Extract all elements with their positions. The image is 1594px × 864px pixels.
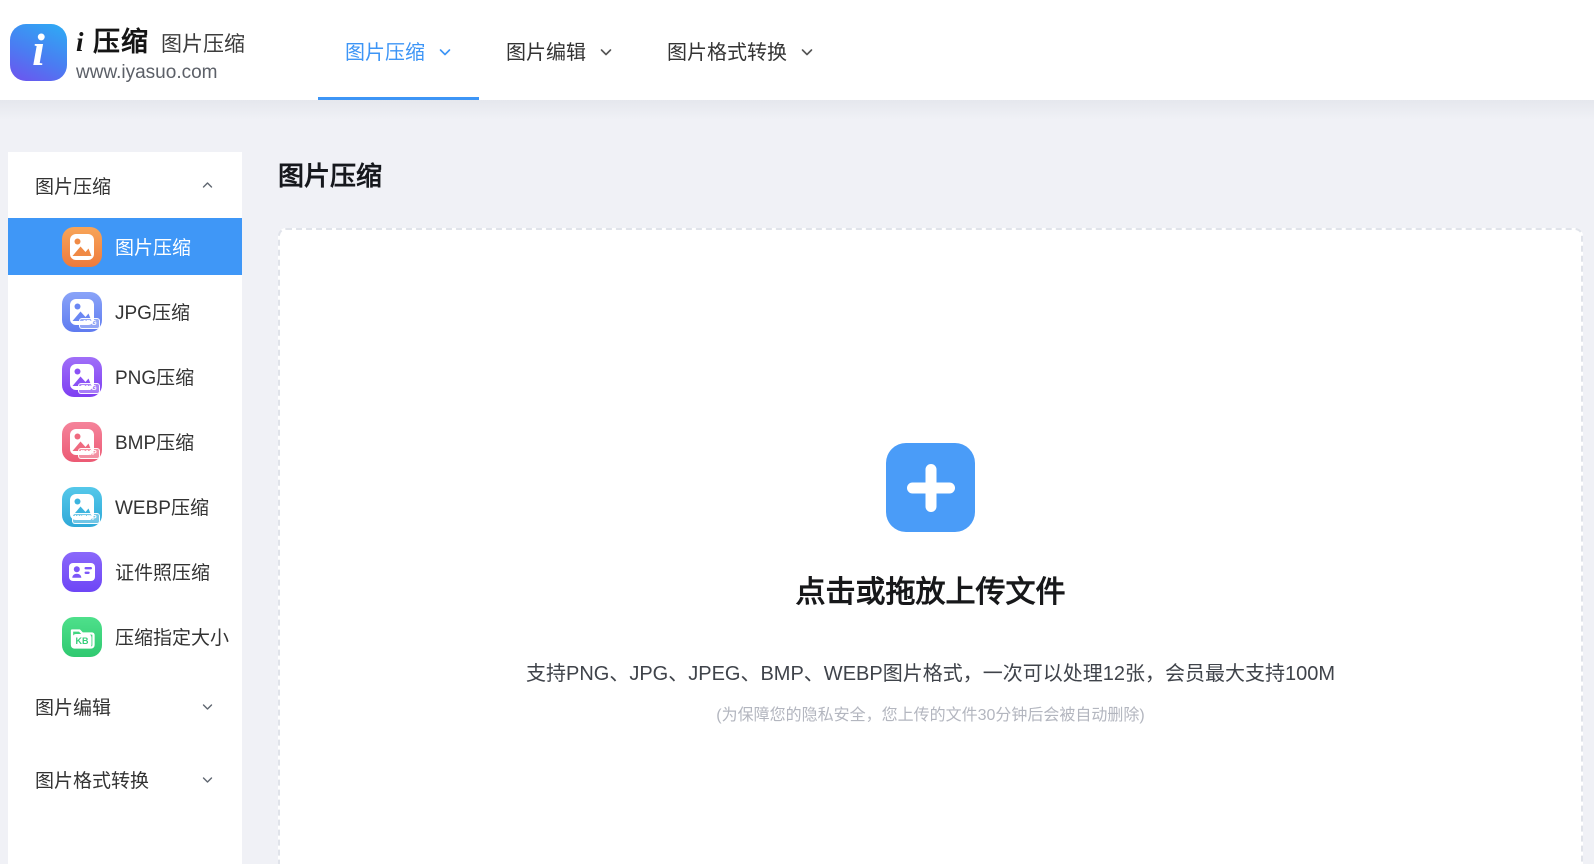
sidebar-item-label: WEBP压缩 (115, 493, 209, 520)
chevron-up-icon (201, 179, 214, 192)
chevron-down-icon (800, 45, 814, 59)
sidebar-item-webp-compress[interactable]: WEBP WEBP压缩 (8, 478, 242, 535)
sidebar-item-label: 证件照压缩 (115, 558, 210, 585)
plus-upload-button[interactable] (886, 443, 975, 532)
sidebar-item-label: 压缩指定大小 (115, 623, 229, 650)
format-badge: BMP (78, 448, 100, 459)
sidebar-section-format-convert[interactable]: 图片格式转换 (8, 746, 242, 812)
brand-name: i 压缩 (76, 20, 149, 59)
format-badge: WEBP (72, 513, 100, 524)
sidebar-item-image-compress[interactable]: 图片压缩 (8, 218, 242, 275)
sidebar-item-label: 图片压缩 (115, 233, 191, 260)
kb-badge: KB (73, 634, 92, 648)
header-shadow (0, 100, 1594, 120)
format-badge: PNG (78, 383, 100, 394)
sidebar-item-bmp-compress[interactable]: BMP BMP压缩 (8, 413, 242, 470)
sidebar: 图片压缩 图片压缩 JPG JPG压缩 (8, 152, 242, 864)
chevron-down-icon (599, 45, 613, 59)
section-label: 图片格式转换 (35, 766, 149, 793)
png-compress-icon: PNG (62, 357, 102, 397)
page-title: 图片压缩 (278, 156, 382, 193)
top-header: i i 压缩 图片压缩 www.iyasuo.com 图片压缩 图片编辑 图片格… (0, 0, 1594, 100)
sidebar-item-png-compress[interactable]: PNG PNG压缩 (8, 348, 242, 405)
sidebar-section-image-edit[interactable]: 图片编辑 (8, 673, 242, 739)
nav-item-image-compress[interactable]: 图片压缩 (318, 0, 479, 100)
sidebar-item-label: BMP压缩 (115, 428, 194, 455)
upload-dropzone[interactable]: 点击或拖放上传文件 支持PNG、JPG、JPEG、BMP、WEBP图片格式，一次… (278, 228, 1583, 864)
upload-privacy-text: (为保障您的隐私安全，您上传的文件30分钟后会被自动删除) (280, 701, 1581, 725)
upload-title: 点击或拖放上传文件 (280, 567, 1581, 611)
sidebar-item-label: JPG压缩 (115, 298, 190, 325)
kb-size-icon: KB (62, 617, 102, 657)
nav-item-format-convert[interactable]: 图片格式转换 (640, 0, 841, 100)
id-photo-compress-icon (62, 552, 102, 592)
sidebar-item-compress-to-size[interactable]: KB 压缩指定大小 (8, 608, 242, 665)
image-compress-icon (62, 227, 102, 267)
chevron-down-icon (438, 45, 452, 59)
section-label: 图片压缩 (35, 172, 111, 199)
logo[interactable]: i i 压缩 图片压缩 www.iyasuo.com (10, 20, 245, 84)
nav-label: 图片压缩 (345, 36, 425, 65)
nav-label: 图片编辑 (506, 36, 586, 65)
chevron-down-icon (201, 773, 214, 786)
nav-item-image-edit[interactable]: 图片编辑 (479, 0, 640, 100)
brand-tagline: 图片压缩 (161, 28, 245, 58)
section-label: 图片编辑 (35, 693, 111, 720)
brand-domain: www.iyasuo.com (76, 62, 245, 84)
logo-letter: i (32, 27, 45, 73)
jpg-compress-icon: JPG (62, 292, 102, 332)
logo-icon: i (10, 24, 67, 81)
bmp-compress-icon: BMP (62, 422, 102, 462)
sidebar-item-jpg-compress[interactable]: JPG JPG压缩 (8, 283, 242, 340)
webp-compress-icon: WEBP (62, 487, 102, 527)
format-badge: JPG (79, 318, 100, 329)
logo-text: i 压缩 图片压缩 www.iyasuo.com (76, 20, 245, 84)
upload-support-text: 支持PNG、JPG、JPEG、BMP、WEBP图片格式，一次可以处理12张，会员… (280, 657, 1581, 686)
top-navigation: 图片压缩 图片编辑 图片格式转换 (318, 0, 841, 100)
nav-label: 图片格式转换 (667, 36, 787, 65)
sidebar-item-id-photo-compress[interactable]: 证件照压缩 (8, 543, 242, 600)
chevron-down-icon (201, 700, 214, 713)
sidebar-item-label: PNG压缩 (115, 363, 194, 390)
sidebar-section-image-compress[interactable]: 图片压缩 (8, 152, 242, 218)
